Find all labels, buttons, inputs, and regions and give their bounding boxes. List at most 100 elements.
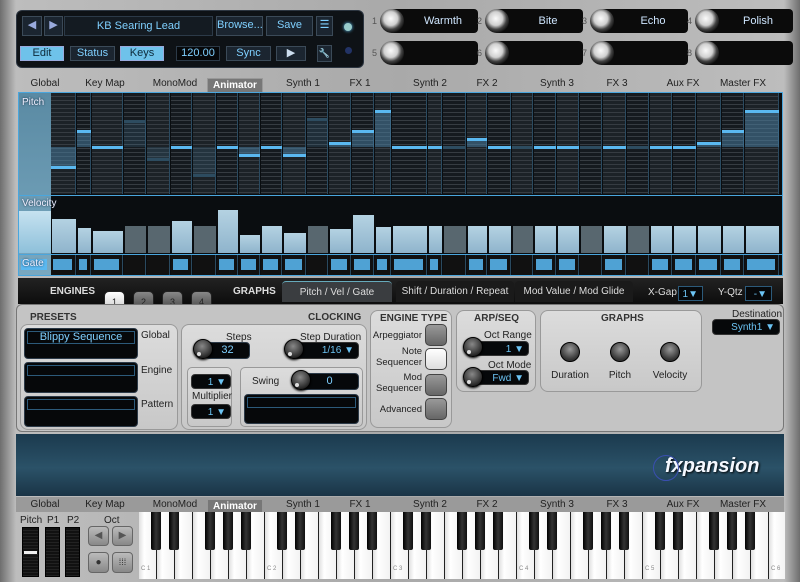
gate-cell-24[interactable] [580, 255, 602, 275]
pitch-step-3[interactable] [92, 93, 123, 194]
velocity-bar-2[interactable] [78, 228, 91, 253]
macro-knob-1[interactable] [380, 9, 404, 33]
pitch-step-11[interactable] [283, 93, 306, 194]
velocity-bar-13[interactable] [330, 229, 351, 253]
velocity-bar-21[interactable] [513, 225, 533, 253]
engine-type-button-4[interactable] [425, 398, 447, 420]
black-key[interactable] [421, 512, 431, 550]
tempo-field[interactable]: 120.00 [176, 46, 220, 61]
graph-knob-pitch[interactable] [610, 342, 630, 362]
velocity-bar-28[interactable] [674, 225, 696, 253]
velocity-bar-6[interactable] [172, 220, 192, 253]
black-key[interactable] [295, 512, 305, 550]
black-key[interactable] [151, 512, 161, 550]
tab-global[interactable]: Global [31, 78, 60, 89]
swing-knob[interactable] [291, 370, 311, 390]
velocity-bar-30[interactable] [723, 225, 744, 253]
graph-knob-velocity[interactable] [660, 342, 680, 362]
black-key[interactable] [367, 512, 377, 550]
black-key[interactable] [709, 512, 719, 550]
midi-icon[interactable]: ● [88, 552, 109, 573]
velocity-bar-31[interactable] [746, 225, 779, 253]
macro-knob-6[interactable] [485, 41, 509, 65]
step-duration-knob[interactable] [284, 339, 304, 359]
oct-up-button[interactable]: ▶ [112, 526, 133, 546]
velocity-bar-10[interactable] [262, 225, 282, 253]
velocity-bar-1[interactable] [52, 218, 76, 253]
gate-cell-4[interactable] [124, 255, 146, 275]
oct-down-button[interactable]: ◀ [88, 526, 109, 546]
pitch-step-1[interactable] [51, 93, 76, 194]
pattern-preset-field[interactable] [24, 396, 138, 427]
black-key[interactable] [241, 512, 251, 550]
engine-type-button-1[interactable] [425, 324, 447, 346]
pitch-step-24[interactable] [580, 93, 602, 194]
tab-fx-1[interactable]: FX 1 [349, 499, 370, 510]
sync-button[interactable]: Sync [226, 46, 271, 61]
save-button[interactable]: Save [266, 16, 313, 36]
pitch-step-18[interactable] [443, 93, 466, 194]
gate-cell-18[interactable] [443, 255, 466, 275]
velocity-bar-3[interactable] [93, 230, 123, 253]
black-key[interactable] [277, 512, 287, 550]
velocity-bar-4[interactable] [125, 225, 146, 253]
graph-tab-3[interactable]: Mod Value / Mod Glide [515, 281, 633, 302]
velocity-bar-23[interactable] [558, 225, 579, 253]
browse-button[interactable]: Browse... [216, 16, 263, 36]
velocity-bar-15[interactable] [376, 227, 391, 253]
velocity-bar-20[interactable] [489, 225, 511, 253]
velocity-bar-25[interactable] [604, 225, 626, 253]
black-key[interactable] [331, 512, 341, 550]
velocity-bar-12[interactable] [308, 225, 328, 253]
multiplier-dropdown[interactable]: 1 ▼ [191, 404, 231, 419]
pitch-step-26[interactable] [627, 93, 649, 194]
tab-master-fx[interactable]: Master FX [720, 78, 766, 89]
black-key[interactable] [403, 512, 413, 550]
tab-animator[interactable]: Animator [207, 78, 263, 93]
pitch-wheel[interactable] [22, 527, 39, 577]
tab-global[interactable]: Global [31, 499, 60, 510]
black-key[interactable] [223, 512, 233, 550]
black-key[interactable] [673, 512, 683, 550]
macro-knob-3[interactable] [590, 9, 614, 33]
tab-master-fx[interactable]: Master FX [720, 499, 766, 510]
graph-tab-1[interactable]: Pitch / Vel / Gate [282, 281, 392, 302]
pitch-step-6[interactable] [171, 93, 192, 194]
tab-fx-1[interactable]: FX 1 [349, 78, 370, 89]
tab-synth-1[interactable]: Synth 1 [286, 499, 320, 510]
velocity-bar-9[interactable] [240, 235, 260, 253]
gate-cell-5[interactable] [147, 255, 170, 275]
tab-synth-1[interactable]: Synth 1 [286, 78, 320, 89]
status-button[interactable]: Status [70, 46, 115, 61]
pitch-step-17[interactable] [428, 93, 442, 194]
pitch-step-25[interactable] [603, 93, 626, 194]
gate-cell-7[interactable] [193, 255, 216, 275]
tab-synth-3[interactable]: Synth 3 [540, 499, 574, 510]
pitch-step-22[interactable] [534, 93, 556, 194]
pitch-step-23[interactable] [557, 93, 579, 194]
keys-button[interactable]: Keys [120, 46, 164, 61]
pitch-step-7[interactable] [193, 93, 216, 194]
pitch-step-5[interactable] [147, 93, 170, 194]
graph-knob-duration[interactable] [560, 342, 580, 362]
tab-aux-fx[interactable]: Aux FX [667, 499, 700, 510]
tab-synth-2[interactable]: Synth 2 [413, 499, 447, 510]
black-key[interactable] [457, 512, 467, 550]
tab-aux-fx[interactable]: Aux FX [667, 78, 700, 89]
next-preset-button[interactable]: ▶ [44, 16, 63, 36]
velocity-bar-5[interactable] [148, 225, 170, 253]
gate-cell-26[interactable] [627, 255, 649, 275]
pitch-step-28[interactable] [673, 93, 696, 194]
graph-tab-2[interactable]: Shift / Duration / Repeat [396, 281, 514, 302]
black-key[interactable] [205, 512, 215, 550]
black-key[interactable] [529, 512, 539, 550]
black-key[interactable] [655, 512, 665, 550]
tab-key-map[interactable]: Key Map [85, 499, 124, 510]
preset-name-field[interactable]: KB Searing Lead [64, 16, 213, 36]
black-key[interactable] [583, 512, 593, 550]
tab-fx-3[interactable]: FX 3 [606, 78, 627, 89]
divider-dropdown[interactable]: 1 ▼ [191, 374, 231, 389]
black-key[interactable] [547, 512, 557, 550]
p1-wheel[interactable] [45, 527, 60, 577]
engine-type-button-2[interactable] [425, 348, 447, 370]
